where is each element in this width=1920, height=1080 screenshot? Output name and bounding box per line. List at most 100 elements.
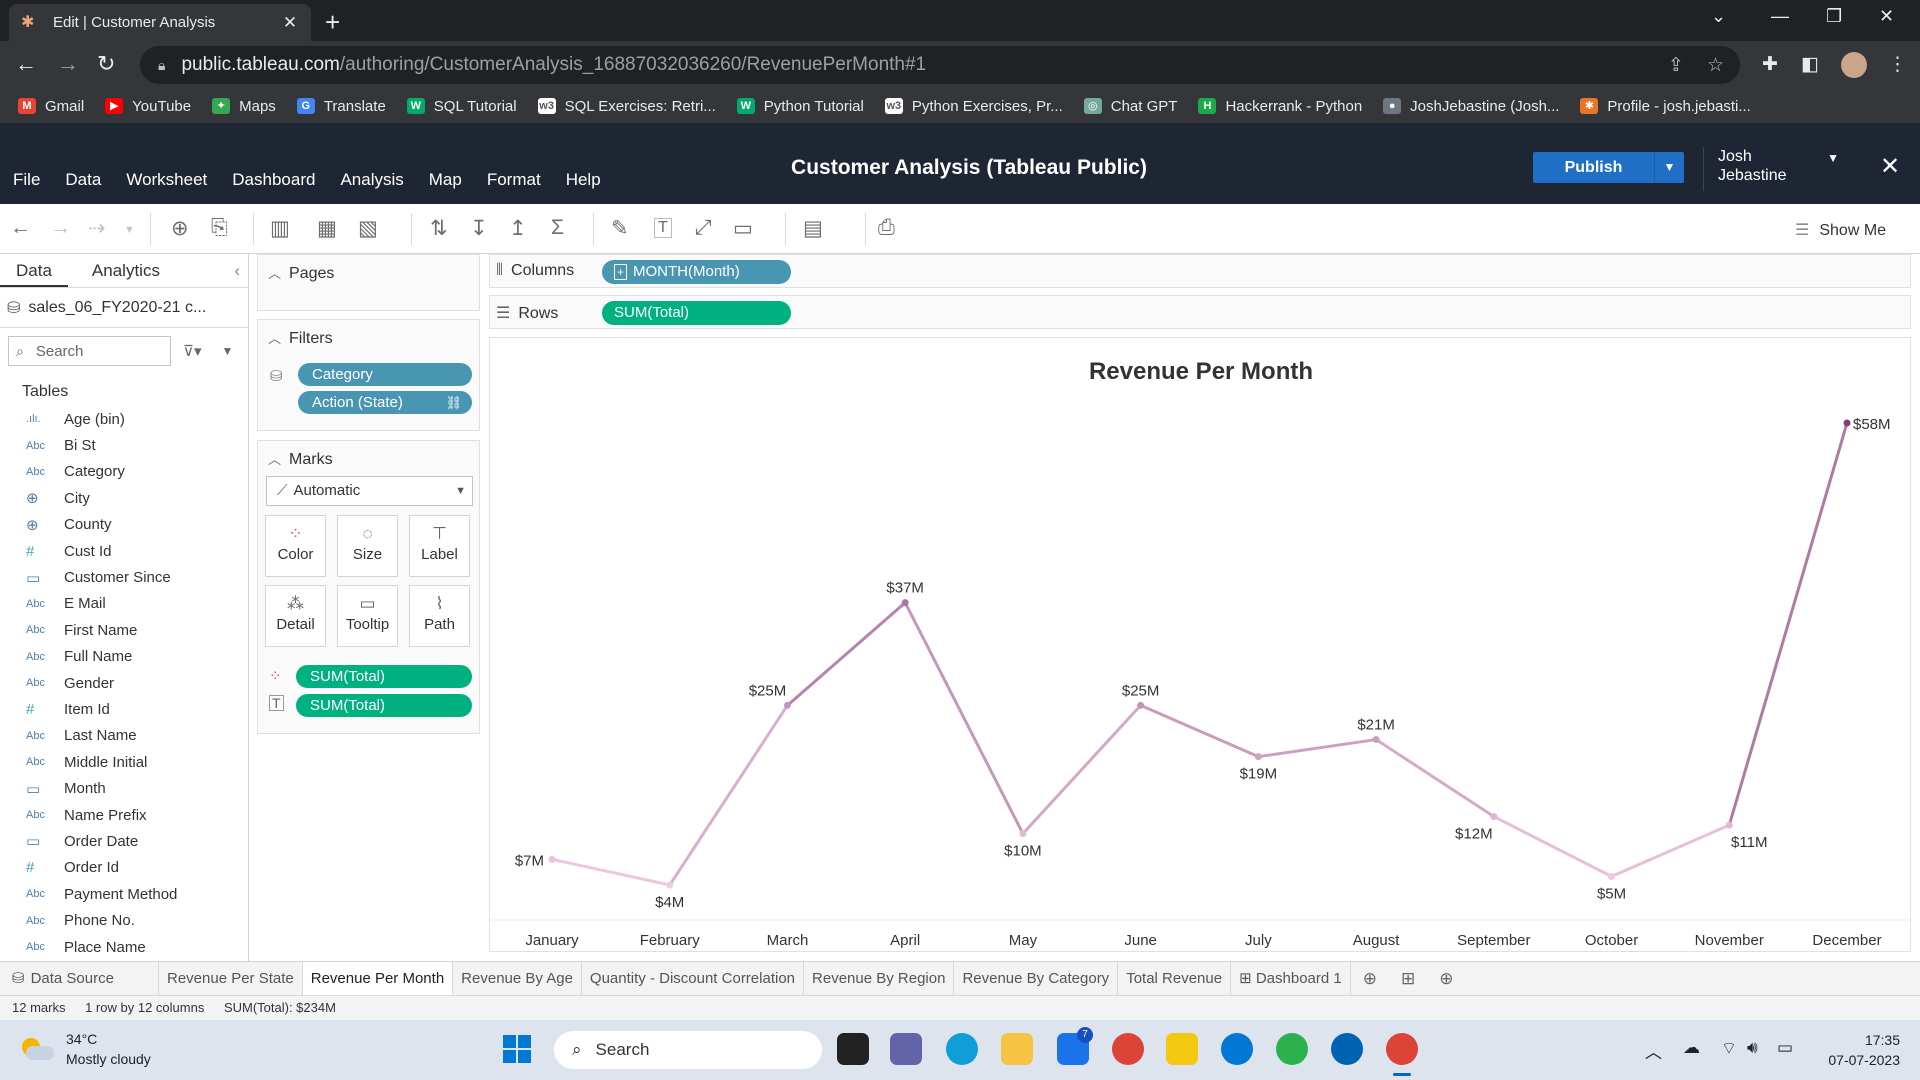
field-item[interactable]: Abc Last Name (0, 723, 248, 749)
replay-icon[interactable]: ⇢ (88, 216, 106, 241)
window-close-icon[interactable]: ✕ (1879, 6, 1894, 27)
field-item[interactable]: Abc E Mail (0, 591, 248, 617)
data-point[interactable] (1490, 813, 1498, 821)
mark-type-dropdown[interactable]: ⟋ Automatic ▼ (266, 476, 473, 506)
bookmark-star-icon[interactable]: ☆ (1707, 54, 1724, 77)
marks-pill-color[interactable]: SUM(Total) (296, 665, 472, 688)
onedrive-cloud-icon[interactable]: ☁ (1683, 1038, 1700, 1058)
sheet-tab[interactable]: Quantity - Discount Correlation (582, 961, 805, 996)
field-item[interactable]: ▭ Customer Since (0, 564, 248, 590)
columns-pill[interactable]: + MONTH(Month) (602, 260, 791, 284)
field-item[interactable]: ⊕ City (0, 485, 248, 511)
volume-icon[interactable]: 🔊︎ (1747, 1038, 1758, 1058)
rows-shelf[interactable]: ☰ Rows SUM(Total) (489, 295, 1911, 329)
marks-pill-label[interactable]: SUM(Total) (296, 694, 472, 717)
highlight-icon[interactable]: ✎ (611, 216, 629, 241)
bookmark-item[interactable]: G Translate (296, 98, 386, 115)
field-item[interactable]: .ılı. Age (bin) (0, 406, 248, 432)
data-point[interactable] (1725, 821, 1733, 829)
publish-dropdown-icon[interactable]: ▼ (1654, 152, 1684, 183)
show-mark-labels-icon[interactable]: T (654, 218, 672, 238)
bookmark-item[interactable]: ✦ Maps (212, 98, 276, 115)
field-item[interactable]: Abc Place Name (0, 934, 248, 960)
presentation-icon[interactable]: ▤ (803, 216, 823, 241)
clear-sheet-icon[interactable]: ▧ (358, 216, 378, 241)
new-datasource-icon[interactable]: ⊕ (171, 216, 189, 241)
sheet-tab[interactable]: Revenue By Region (804, 961, 955, 996)
data-point[interactable] (1372, 736, 1380, 744)
windows-start-icon[interactable] (503, 1035, 531, 1063)
data-point[interactable] (666, 881, 674, 889)
replay-dropdown-icon[interactable]: ▼ (124, 224, 135, 236)
field-item[interactable]: ▭ Month (0, 775, 248, 801)
bookmark-item[interactable]: ✱ Profile - josh.jebasti... (1580, 98, 1751, 115)
sort-ascending-icon[interactable]: ↧ (470, 216, 488, 241)
forward-icon[interactable]: → (57, 51, 79, 77)
lock-icon[interactable]: 🔒︎ (158, 57, 165, 74)
new-worksheet-icon[interactable]: ▥ (270, 216, 290, 241)
new-tab-icon[interactable]: + (325, 7, 340, 38)
series-line-segment[interactable] (1139, 703, 1260, 759)
rows-pill[interactable]: SUM(Total) (602, 301, 791, 325)
series-line-segment[interactable] (550, 857, 672, 887)
filter-pill-category[interactable]: Category (298, 363, 472, 386)
field-item[interactable]: # Item Id (0, 696, 248, 722)
collapse-chevron-icon[interactable]: ︿ (268, 452, 281, 467)
data-point[interactable] (1608, 872, 1616, 880)
series-line-segment[interactable] (1021, 703, 1143, 836)
file-explorer-icon[interactable] (1001, 1033, 1033, 1065)
label-button[interactable]: ⊤ Label (409, 515, 470, 577)
field-item[interactable]: Abc Middle Initial (0, 749, 248, 775)
filter-fields-icon[interactable]: ⊽▾ (183, 342, 202, 360)
power-bi-icon[interactable] (1166, 1033, 1198, 1065)
filter-pill-action-state[interactable]: Action (State) ⛓ (298, 391, 472, 414)
url-bar[interactable]: 🔒︎ public.tableau.com/authoring/Customer… (140, 46, 1740, 84)
edge-icon[interactable] (946, 1033, 978, 1065)
detail-button[interactable]: ⁂ Detail (265, 585, 326, 647)
field-item[interactable]: Abc Category (0, 459, 248, 485)
user-dropdown-icon[interactable]: ▼ (1827, 149, 1839, 168)
sheet-tab[interactable]: Revenue By Age (453, 961, 582, 996)
extensions-icon[interactable]: ✚ (1762, 53, 1778, 76)
field-item[interactable]: ⊕ County (0, 512, 248, 538)
back-icon[interactable]: ← (15, 51, 37, 77)
pause-updates-icon[interactable]: ⎘ (211, 216, 228, 240)
data-point[interactable] (1019, 830, 1027, 838)
new-worksheet-icon[interactable]: ⊕ (1351, 969, 1389, 989)
data-point[interactable] (1843, 419, 1851, 427)
data-point[interactable] (1137, 701, 1145, 709)
profile-avatar[interactable] (1841, 52, 1867, 78)
help-icon[interactable] (1331, 1033, 1363, 1065)
columns-shelf[interactable]: ⦀ Columns + MONTH(Month) (489, 254, 1911, 288)
series-line-segment[interactable] (1374, 738, 1496, 819)
mail-icon[interactable]: 7 (1057, 1027, 1093, 1065)
fit-icon[interactable]: ▭ (733, 216, 753, 241)
sheet-tab[interactable]: Revenue Per Month (302, 961, 454, 996)
series-line-segment[interactable] (1492, 815, 1614, 878)
publish-button[interactable]: Publish ▼ (1533, 152, 1684, 183)
bookmark-item[interactable]: w3 SQL Exercises: Retri... (537, 98, 716, 115)
field-search-input[interactable]: ⌕ Search (8, 336, 171, 366)
field-item[interactable]: Abc Payment Method (0, 881, 248, 907)
share-icon[interactable]: ⇪ (1668, 54, 1684, 77)
sheet-tab[interactable]: Total Revenue (1118, 961, 1232, 996)
user-menu[interactable]: Josh Jebastine ▼ (1703, 147, 1845, 191)
sort-descending-icon[interactable]: ↥ (509, 216, 527, 241)
sheet-tab[interactable]: ⊞ Dashboard 1 (1231, 961, 1351, 996)
series-line-segment[interactable] (903, 601, 1025, 836)
swap-rows-columns-icon[interactable]: ⇅ (430, 216, 448, 241)
data-point[interactable] (1254, 753, 1262, 761)
weather-widget[interactable]: 34°C Mostly cloudy (20, 1029, 151, 1069)
field-item[interactable]: Abc Name Prefix (0, 802, 248, 828)
show-me-button[interactable]: ☰ Show Me (1795, 220, 1886, 240)
collapse-chevron-icon[interactable]: ︿ (268, 266, 281, 281)
system-clock[interactable]: 17:35 07-07-2023 (1822, 1030, 1900, 1070)
bookmark-item[interactable]: W Python Tutorial (736, 98, 864, 115)
chrome-menu-icon[interactable]: ⋮ (1888, 53, 1907, 76)
pane-menu-icon[interactable]: ▼ (222, 344, 234, 358)
sheet-tab[interactable]: Revenue Per State (159, 961, 303, 996)
chrome-active-icon[interactable] (1386, 1033, 1418, 1065)
field-item[interactable]: # Cust Id (0, 538, 248, 564)
field-item[interactable]: Abc Phone No. (0, 907, 248, 933)
series-line-segment[interactable] (1610, 823, 1731, 878)
